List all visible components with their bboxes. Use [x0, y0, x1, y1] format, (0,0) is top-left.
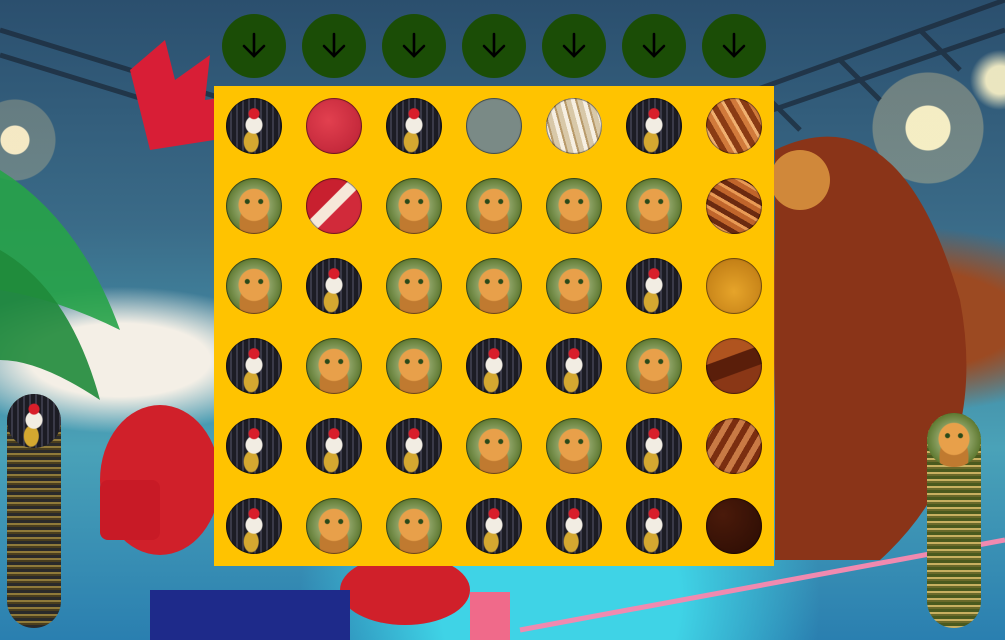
player-cat-token-stack — [927, 413, 981, 628]
rooster-token — [306, 258, 362, 314]
cat-token — [226, 178, 282, 234]
drop-button-col-4[interactable] — [462, 14, 526, 78]
cat-token — [226, 258, 282, 314]
rooster-token — [626, 258, 682, 314]
arrow-down-icon — [482, 32, 506, 58]
rooster-token — [546, 498, 602, 554]
empty-slot — [306, 98, 362, 154]
rooster-token — [626, 498, 682, 554]
cat-token — [386, 498, 442, 554]
drop-button-col-3[interactable] — [382, 14, 446, 78]
empty-slot — [306, 178, 362, 234]
cat-token — [626, 178, 682, 234]
cat-token — [386, 178, 442, 234]
rooster-token — [226, 498, 282, 554]
arrow-down-icon — [562, 32, 586, 58]
cat-token — [466, 178, 522, 234]
empty-slot — [466, 98, 522, 154]
empty-slot — [546, 98, 602, 154]
rooster-token — [466, 498, 522, 554]
arrow-down-icon — [242, 32, 266, 58]
arrow-down-icon — [642, 32, 666, 58]
rooster-token — [226, 98, 282, 154]
empty-slot — [706, 498, 762, 554]
cat-token — [546, 178, 602, 234]
rooster-token — [386, 418, 442, 474]
rooster-token — [386, 98, 442, 154]
cat-token — [546, 418, 602, 474]
rooster-token — [466, 338, 522, 394]
drop-button-col-5[interactable] — [542, 14, 606, 78]
cat-token — [386, 258, 442, 314]
rooster-token — [626, 98, 682, 154]
rooster-token — [546, 338, 602, 394]
cat-token — [306, 498, 362, 554]
cat-token — [927, 413, 981, 467]
rooster-token — [626, 418, 682, 474]
drop-button-col-6[interactable] — [622, 14, 686, 78]
arrow-down-icon — [322, 32, 346, 58]
player-rooster-token-stack — [7, 394, 61, 628]
cat-token — [306, 338, 362, 394]
empty-slot — [706, 98, 762, 154]
cat-token — [626, 338, 682, 394]
rooster-token — [226, 418, 282, 474]
drop-button-col-2[interactable] — [302, 14, 366, 78]
arrow-down-icon — [722, 32, 746, 58]
rooster-token — [226, 338, 282, 394]
rooster-token — [306, 418, 362, 474]
drop-button-col-1[interactable] — [222, 14, 286, 78]
arrow-down-icon — [402, 32, 426, 58]
cat-token — [386, 338, 442, 394]
cat-token — [546, 258, 602, 314]
cat-token — [466, 418, 522, 474]
rooster-token — [7, 394, 61, 448]
empty-slot — [706, 258, 762, 314]
cat-token — [466, 258, 522, 314]
drop-button-col-7[interactable] — [702, 14, 766, 78]
empty-slot — [706, 338, 762, 394]
empty-slot — [706, 178, 762, 234]
game-board — [214, 86, 774, 566]
empty-slot — [706, 418, 762, 474]
